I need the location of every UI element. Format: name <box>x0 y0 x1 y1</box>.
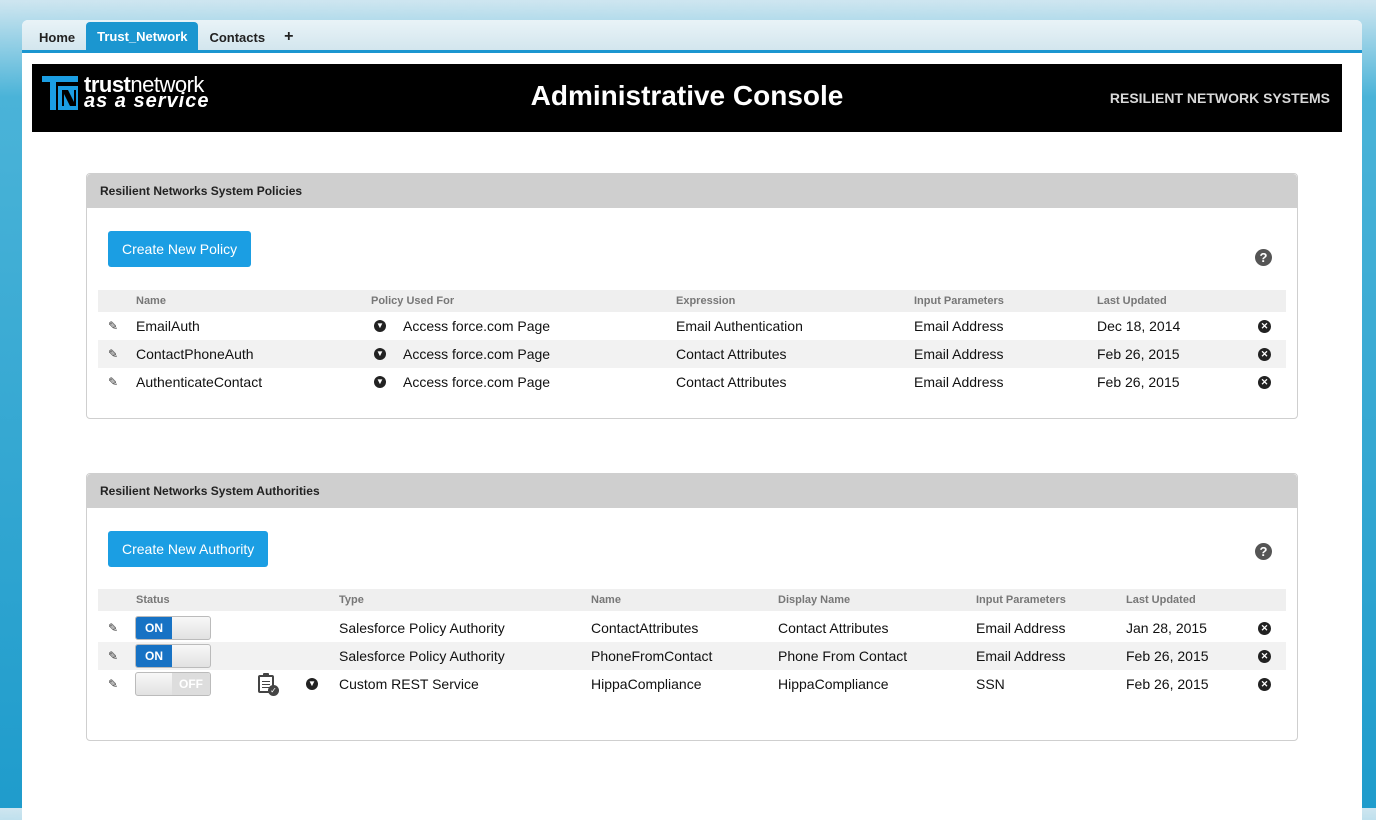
expand-arrow-icon[interactable]: ▼ <box>374 376 386 388</box>
policy-name: AuthenticateContact <box>136 374 263 390</box>
edit-pencil-icon[interactable]: ✎ <box>108 312 118 340</box>
table-row: ✎ ON Salesforce Policy Authority PhoneFr… <box>98 642 1286 670</box>
policy-expression: Email Authentication <box>676 318 803 334</box>
table-row: ✎ ContactPhoneAuth ▼ Access force.com Pa… <box>98 340 1286 368</box>
authority-input: SSN <box>976 676 1005 692</box>
authority-display-name: Phone From Contact <box>778 648 908 664</box>
authority-display-name: Contact Attributes <box>778 620 889 636</box>
delete-icon[interactable]: ✕ <box>1258 677 1271 691</box>
col-status: Status <box>136 594 170 606</box>
authority-updated: Feb 26, 2015 <box>1126 648 1209 664</box>
edit-pencil-icon[interactable]: ✎ <box>108 670 118 698</box>
status-toggle[interactable]: ON <box>135 644 211 668</box>
policies-table-header: Name Policy Used For Expression Input Pa… <box>98 290 1286 312</box>
policies-panel: Resilient Networks System Policies Creat… <box>86 173 1298 419</box>
help-icon[interactable]: ? <box>1255 249 1272 266</box>
col-last-updated: Last Updated <box>1126 594 1196 606</box>
authority-updated: Jan 28, 2015 <box>1126 620 1207 636</box>
expand-arrow-icon[interactable]: ▼ <box>306 678 318 690</box>
delete-icon[interactable]: ✕ <box>1258 319 1271 333</box>
edit-pencil-icon[interactable]: ✎ <box>108 642 118 670</box>
edit-pencil-icon[interactable]: ✎ <box>108 368 118 396</box>
col-name: Name <box>136 295 166 307</box>
col-policy-used-for: Policy Used For <box>371 295 455 307</box>
help-icon[interactable]: ? <box>1255 543 1272 560</box>
authority-name: ContactAttributes <box>591 620 699 636</box>
add-tab-button[interactable]: + <box>276 24 301 50</box>
col-name: Name <box>591 594 621 606</box>
authority-name: HippaCompliance <box>591 676 702 692</box>
create-policy-button[interactable]: Create New Policy <box>108 231 252 267</box>
delete-icon[interactable]: ✕ <box>1258 649 1271 663</box>
delete-icon[interactable]: ✕ <box>1258 347 1271 361</box>
authority-input: Email Address <box>976 620 1066 636</box>
tab-contacts[interactable]: Contacts <box>198 24 276 50</box>
tab-home[interactable]: Home <box>28 24 86 50</box>
tab-trust-network[interactable]: Trust_Network <box>86 22 199 50</box>
authorities-heading: Resilient Networks System Authorities <box>87 474 1297 508</box>
policy-used-for: Access force.com Page <box>403 374 551 390</box>
expand-arrow-icon[interactable]: ▼ <box>374 320 386 332</box>
policy-input: Email Address <box>914 318 1004 334</box>
authority-type: Salesforce Policy Authority <box>339 648 505 664</box>
authority-input: Email Address <box>976 648 1066 664</box>
policy-input: Email Address <box>914 346 1004 362</box>
authority-name: PhoneFromContact <box>591 648 713 664</box>
toggle-label: OFF <box>172 673 210 695</box>
table-row: ✎ AuthenticateContact ▼ Access force.com… <box>98 368 1286 396</box>
expand-arrow-icon[interactable]: ▼ <box>374 348 386 360</box>
table-row: ✎ ON Salesforce Policy Authority Contact… <box>98 614 1286 642</box>
policy-name: EmailAuth <box>136 318 200 334</box>
status-toggle[interactable]: ON <box>135 616 211 640</box>
authority-type: Salesforce Policy Authority <box>339 620 505 636</box>
policy-name: ContactPhoneAuth <box>136 346 254 362</box>
policies-heading: Resilient Networks System Policies <box>87 174 1297 208</box>
tab-bar: Home Trust_Network Contacts + <box>22 20 1362 53</box>
edit-pencil-icon[interactable]: ✎ <box>108 614 118 642</box>
policy-expression: Contact Attributes <box>676 374 787 390</box>
policy-updated: Feb 26, 2015 <box>1097 374 1180 390</box>
header-banner: trustnetwork as a service Administrative… <box>32 64 1342 132</box>
authorities-table-header: Status Type Name Display Name Input Para… <box>98 589 1286 611</box>
policy-used-for: Access force.com Page <box>403 318 551 334</box>
col-expression: Expression <box>676 295 736 307</box>
policy-updated: Feb 26, 2015 <box>1097 346 1180 362</box>
table-row: ✎ EmailAuth ▼ Access force.com Page Emai… <box>98 312 1286 340</box>
delete-icon[interactable]: ✕ <box>1258 621 1271 635</box>
authorities-panel: Resilient Networks System Authorities Cr… <box>86 473 1298 741</box>
clipboard-check-icon[interactable]: ✓ <box>258 673 279 696</box>
authority-type: Custom REST Service <box>339 676 479 692</box>
company-name: RESILIENT NETWORK SYSTEMS <box>1109 90 1330 106</box>
col-last-updated: Last Updated <box>1097 295 1167 307</box>
col-input-parameters: Input Parameters <box>976 594 1066 606</box>
create-authority-button[interactable]: Create New Authority <box>108 531 269 567</box>
app-window: Home Trust_Network Contacts + trustnetwo… <box>22 20 1362 820</box>
policy-updated: Dec 18, 2014 <box>1097 318 1181 334</box>
delete-icon[interactable]: ✕ <box>1258 375 1271 389</box>
toggle-label: ON <box>136 617 172 639</box>
col-type: Type <box>339 594 364 606</box>
table-row: ✎ OFF ✓ ▼ Custom REST Service HippaCompl… <box>98 670 1286 698</box>
policy-expression: Contact Attributes <box>676 346 787 362</box>
authority-updated: Feb 26, 2015 <box>1126 676 1209 692</box>
toggle-label: ON <box>136 645 172 667</box>
policy-used-for: Access force.com Page <box>403 346 551 362</box>
col-display-name: Display Name <box>778 594 851 606</box>
policy-input: Email Address <box>914 374 1004 390</box>
edit-pencil-icon[interactable]: ✎ <box>108 340 118 368</box>
col-input-parameters: Input Parameters <box>914 295 1004 307</box>
authority-display-name: HippaCompliance <box>778 676 889 692</box>
status-toggle[interactable]: OFF <box>135 672 211 696</box>
